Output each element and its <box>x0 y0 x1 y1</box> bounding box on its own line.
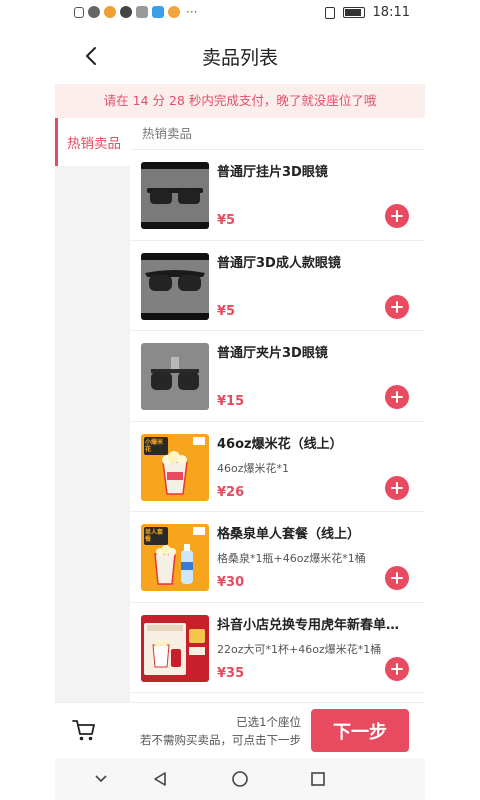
poster-label: 小爆米花 <box>145 438 164 453</box>
app-notification-icon <box>152 6 164 18</box>
checkout-bar: 已选1个座位 若不需购买卖品，可点击下一步 下一步 <box>55 702 425 758</box>
plus-icon <box>391 662 403 675</box>
add-to-cart-button[interactable] <box>385 566 409 590</box>
product-price: ¥26 <box>217 484 245 500</box>
seat-summary: 已选1个座位 若不需购买卖品，可点击下一步 <box>140 713 301 749</box>
product-list: 热销卖品 普通厅挂片3D眼镜 ¥5 普通厅3D成人款眼镜 ¥5 普通厅夹片3D眼… <box>130 118 425 702</box>
plus-icon <box>391 210 403 222</box>
nav-home-button[interactable] <box>230 769 250 789</box>
vibrate-icon <box>324 6 335 19</box>
nav-back-button[interactable] <box>150 769 170 789</box>
section-title: 热销卖品 <box>130 118 425 150</box>
list-item[interactable]: 普通厅夹片3D眼镜 ¥15 <box>130 331 425 422</box>
notification-icons: ··· <box>74 6 197 18</box>
product-name: 格桑泉单人套餐（线上） <box>217 527 361 542</box>
plus-icon <box>391 300 403 313</box>
page-title: 卖品列表 <box>201 47 278 69</box>
popcorn-poster-icon: 小爆米花 <box>141 433 209 501</box>
system-nav-bar <box>55 758 425 800</box>
collapse-button[interactable] <box>91 769 111 789</box>
poster-label: 单人套餐 <box>145 529 164 543</box>
chevron-down-icon <box>95 775 107 783</box>
product-desc: 22oz大可*1杯+46oz爆米花*1桶 <box>217 642 382 656</box>
product-name: 抖音小店兑换专用虎年新春单人... <box>217 617 409 633</box>
product-price: ¥30 <box>217 575 245 590</box>
sidebar-item-label: 热销卖品 <box>67 136 121 152</box>
app-notification-icon <box>136 6 148 18</box>
wifi-icon <box>88 6 100 18</box>
skip-hint: 若不需购买卖品，可点击下一步 <box>140 733 301 747</box>
product-name: 普通厅3D成人款眼镜 <box>217 255 341 271</box>
circle-home-icon <box>232 771 248 787</box>
triangle-back-icon <box>154 772 166 786</box>
list-item[interactable]: 抖音小店兑换专用虎年新春单人... 22oz大可*1杯+46oz爆米花*1桶 ¥… <box>130 603 425 693</box>
product-price: ¥15 <box>217 394 245 409</box>
sidebar-item-hot[interactable]: 热销卖品 <box>55 118 130 166</box>
product-price: ¥5 <box>217 303 236 319</box>
product-desc: 46oz爆米花*1 <box>217 461 289 475</box>
product-name: 普通厅夹片3D眼镜 <box>217 346 328 361</box>
status-right: 18:11 <box>324 5 410 20</box>
list-item[interactable]: 小爆米花 46oz爆米花（线上） 46oz爆米花*1 ¥26 <box>130 422 425 512</box>
add-to-cart-button[interactable] <box>385 385 409 409</box>
app-notification-icon <box>120 6 132 18</box>
list-item[interactable]: 单人套餐 格桑泉单人套餐（线上） 格桑泉*1瓶+46oz爆米花*1桶 ¥30 <box>130 512 425 603</box>
cart-icon <box>72 720 95 741</box>
nav-header: 卖品列表 <box>55 28 425 84</box>
plus-icon <box>391 572 403 584</box>
selected-seat-count: 已选1个座位 <box>236 715 301 729</box>
clip-glasses-icon <box>141 162 209 229</box>
product-name: 普通厅挂片3D眼镜 <box>217 165 328 180</box>
app-notification-icon <box>104 6 116 18</box>
payment-countdown-notice: 请在 14 分 28 秒内完成支付，晚了就没座位了哦 <box>55 84 425 118</box>
category-sidebar: 热销卖品 <box>55 118 130 702</box>
list-item[interactable]: 普通厅挂片3D眼镜 ¥5 <box>130 150 425 241</box>
product-price: ¥5 <box>217 213 236 228</box>
adult-glasses-icon <box>141 252 209 320</box>
product-name: 46oz爆米花（线上） <box>217 436 343 452</box>
battery-icon <box>342 7 365 18</box>
add-to-cart-button[interactable] <box>385 204 409 228</box>
product-desc: 格桑泉*1瓶+46oz爆米花*1桶 <box>217 552 366 565</box>
cart-button[interactable] <box>71 717 97 743</box>
plus-icon <box>391 391 403 403</box>
add-to-cart-button[interactable] <box>385 294 409 319</box>
combo-poster-icon: 单人套餐 <box>141 524 209 591</box>
app-notification-icon <box>168 6 180 18</box>
add-to-cart-button[interactable] <box>385 475 409 500</box>
next-step-button[interactable]: 下一步 <box>311 709 409 752</box>
newyear-poster-icon <box>141 614 209 682</box>
square-recents-icon <box>311 772 325 786</box>
more-notifications-icon: ··· <box>186 5 198 19</box>
sim-icon <box>74 6 84 18</box>
nav-recents-button[interactable] <box>308 769 328 789</box>
list-item[interactable]: 普通厅3D成人款眼镜 ¥5 <box>130 241 425 331</box>
clock: 18:11 <box>372 5 410 20</box>
status-bar: ··· 18:11 <box>0 0 480 28</box>
add-to-cart-button[interactable] <box>385 656 409 681</box>
flip-glasses-icon <box>141 343 209 410</box>
plus-icon <box>391 481 403 494</box>
product-price: ¥35 <box>217 665 245 681</box>
